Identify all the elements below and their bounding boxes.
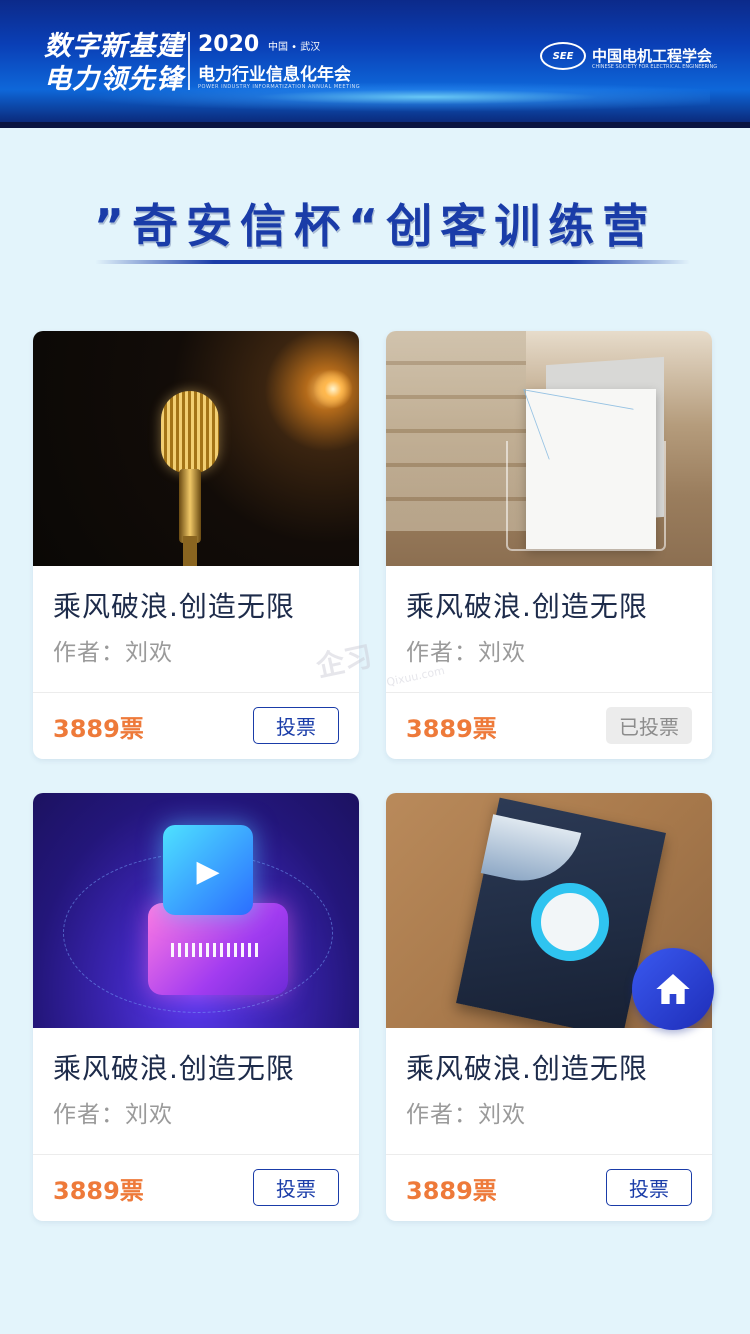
banner-slogan-line1: 数字新基建: [44, 31, 184, 62]
card-divider: [386, 1154, 712, 1155]
banner-slogan: 数字新基建 电力领先锋: [44, 30, 184, 96]
vote-count: 3889票: [406, 1177, 497, 1205]
voted-button[interactable]: 已投票: [606, 707, 692, 744]
entry-image-video-cube[interactable]: ▶: [33, 793, 359, 1028]
video-camera-icon: ▶: [196, 853, 220, 889]
page-title: ”奇安信杯“创客训练营: [93, 199, 657, 253]
entry-card[interactable]: 乘风破浪.创造无限 作者：刘欢 3889票 投票: [33, 331, 359, 759]
home-icon: [656, 974, 690, 1004]
vote-button[interactable]: 投票: [606, 1169, 692, 1206]
banner-event-name-en: POWER INDUSTRY INFORMATIZATION ANNUAL ME…: [198, 84, 361, 90]
entry-card[interactable]: 乘风破浪.创造无限 作者：刘欢 3889票 已投票: [386, 331, 712, 759]
banner-divider: [188, 32, 190, 90]
vote-button[interactable]: 投票: [253, 1169, 339, 1206]
audio-wave-icon: [171, 943, 261, 957]
entry-author: 作者：刘欢: [53, 640, 173, 666]
header-banner: 数字新基建 电力领先锋 2020 中国 • 武汉 电力行业信息化年会 POWER…: [0, 0, 750, 128]
banner-slogan-line2: 电力领先锋: [44, 64, 184, 95]
entry-title: 乘风破浪.创造无限: [406, 1052, 648, 1085]
vote-count: 3889票: [406, 715, 497, 743]
society-logo: SEE: [540, 42, 586, 70]
banner-year: 2020: [198, 32, 260, 57]
entry-title: 乘风破浪.创造无限: [406, 590, 648, 623]
title-underline: [95, 260, 690, 264]
home-button[interactable]: [632, 948, 714, 1030]
card-divider: [33, 1154, 359, 1155]
banner-event-name: 电力行业信息化年会: [198, 65, 351, 85]
entry-author: 作者：刘欢: [53, 1102, 173, 1128]
entry-image-brochure[interactable]: [386, 331, 712, 566]
entry-author: 作者：刘欢: [406, 1102, 526, 1128]
entry-author: 作者：刘欢: [406, 640, 526, 666]
card-divider: [33, 692, 359, 693]
entry-title: 乘风破浪.创造无限: [53, 1052, 295, 1085]
society-name-en: CHINESE SOCIETY FOR ELECTRICAL ENGINEERI…: [592, 64, 718, 70]
vote-count: 3889票: [53, 715, 144, 743]
entry-image-microphone[interactable]: [33, 331, 359, 566]
entry-title: 乘风破浪.创造无限: [53, 590, 295, 623]
banner-location: 中国 • 武汉: [268, 42, 321, 53]
vote-count: 3889票: [53, 1177, 144, 1205]
entry-card[interactable]: ▶ 乘风破浪.创造无限 作者：刘欢 3889票 投票: [33, 793, 359, 1221]
society-name: 中国电机工程学会: [592, 47, 713, 65]
vote-button[interactable]: 投票: [253, 707, 339, 744]
card-divider: [386, 692, 712, 693]
